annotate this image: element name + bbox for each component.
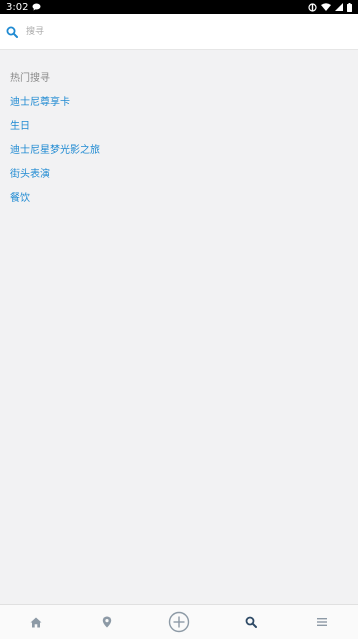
hot-search-item[interactable]: 迪士尼星梦光影之旅 <box>10 141 100 156</box>
hot-search-title: 热门搜寻 <box>10 73 50 84</box>
status-bar: 3:02 <box>0 0 358 14</box>
search-bar <box>0 14 358 50</box>
nav-map-button[interactable] <box>87 607 127 637</box>
nav-add-button[interactable] <box>159 607 199 637</box>
search-icon[interactable] <box>6 26 18 38</box>
hot-search-panel: 热门搜寻 迪士尼尊享卡 生日 迪士尼星梦光影之旅 街头表演 餐饮 <box>0 50 358 604</box>
status-left: 3:02 <box>6 2 41 13</box>
home-icon <box>30 617 42 628</box>
bottom-nav <box>0 604 358 639</box>
wifi-icon <box>321 3 331 11</box>
sync-icon <box>308 2 317 12</box>
status-time: 3:02 <box>6 1 29 13</box>
menu-icon <box>316 617 328 627</box>
status-right <box>308 2 352 12</box>
hot-search-item[interactable]: 生日 <box>10 117 30 132</box>
hot-search-item[interactable]: 街头表演 <box>10 165 50 180</box>
nav-home-button[interactable] <box>16 607 56 637</box>
location-pin-icon <box>102 616 112 628</box>
hot-search-item[interactable]: 餐饮 <box>10 189 30 204</box>
search-icon <box>245 616 257 628</box>
hot-search-item[interactable]: 迪士尼尊享卡 <box>10 93 70 108</box>
add-circle-icon <box>168 611 190 633</box>
signal-icon <box>335 3 343 11</box>
nav-menu-button[interactable] <box>302 607 342 637</box>
chat-bubble-icon <box>32 3 41 11</box>
battery-icon <box>347 2 352 12</box>
nav-search-button[interactable] <box>231 607 271 637</box>
search-input[interactable] <box>24 25 348 38</box>
